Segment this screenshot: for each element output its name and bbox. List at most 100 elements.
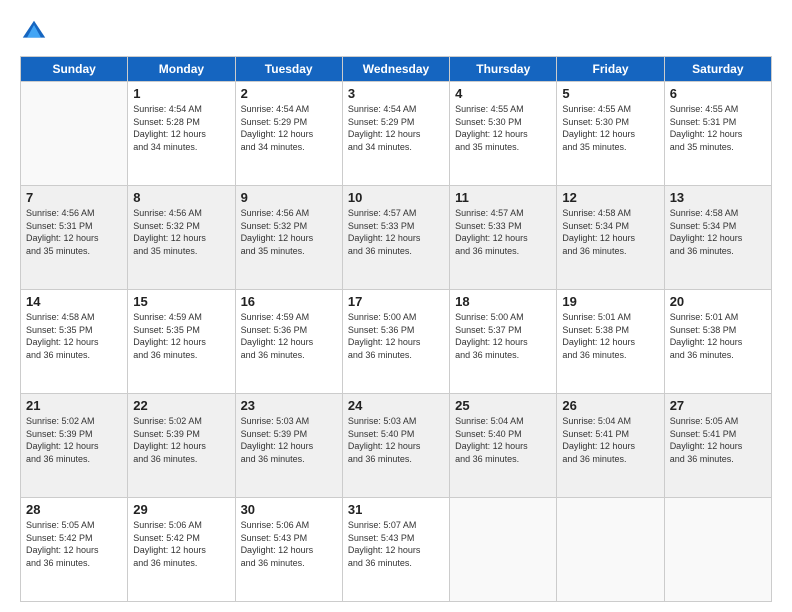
day-cell: 25 Sunrise: 5:04 AM Sunset: 5:40 PM Dayli… — [450, 394, 557, 498]
day-cell: 26 Sunrise: 5:04 AM Sunset: 5:41 PM Dayli… — [557, 394, 664, 498]
day-info: Sunrise: 4:55 AM Sunset: 5:30 PM Dayligh… — [455, 103, 551, 153]
week-row-2: 7Sunrise: 4:56 AM Sunset: 5:31 PM Daylig… — [21, 186, 772, 290]
day-info: Sunrise: 4:54 AM Sunset: 5:29 PM Dayligh… — [241, 103, 337, 153]
day-cell: 16 Sunrise: 4:59 AM Sunset: 5:36 PM Dayli… — [235, 290, 342, 394]
day-info: Sunrise: 4:55 AM Sunset: 5:30 PM Dayligh… — [562, 103, 658, 153]
day-info: Sunrise: 4:56 AM Sunset: 5:32 PM Dayligh… — [133, 207, 229, 257]
day-cell — [21, 82, 128, 186]
header — [20, 18, 772, 46]
day-number: 11 — [455, 190, 551, 205]
weekday-header-thursday: Thursday — [450, 57, 557, 82]
day-info: Sunrise: 5:00 AM Sunset: 5:37 PM Dayligh… — [455, 311, 551, 361]
day-number: 9 — [241, 190, 337, 205]
week-row-4: 21 Sunrise: 5:02 AM Sunset: 5:39 PM Dayli… — [21, 394, 772, 498]
day-info: Sunrise: 5:05 AM Sunset: 5:41 PM Dayligh… — [670, 415, 766, 465]
day-info: Sunrise: 5:02 AM Sunset: 5:39 PM Dayligh… — [26, 415, 122, 465]
day-number: 29 — [133, 502, 229, 517]
day-cell: 19Sunrise: 5:01 AM Sunset: 5:38 PM Dayli… — [557, 290, 664, 394]
day-cell — [557, 498, 664, 602]
day-info: Sunrise: 5:05 AM Sunset: 5:42 PM Dayligh… — [26, 519, 122, 569]
calendar: SundayMondayTuesdayWednesdayThursdayFrid… — [20, 56, 772, 602]
day-info: Sunrise: 5:01 AM Sunset: 5:38 PM Dayligh… — [670, 311, 766, 361]
logo-icon — [20, 18, 48, 46]
day-cell: 29Sunrise: 5:06 AM Sunset: 5:42 PM Dayli… — [128, 498, 235, 602]
day-cell: 27Sunrise: 5:05 AM Sunset: 5:41 PM Dayli… — [664, 394, 771, 498]
day-number: 18 — [455, 294, 551, 309]
day-info: Sunrise: 5:04 AM Sunset: 5:40 PM Dayligh… — [455, 415, 551, 465]
day-cell: 2 Sunrise: 4:54 AM Sunset: 5:29 PM Daylig… — [235, 82, 342, 186]
day-cell: 13Sunrise: 4:58 AM Sunset: 5:34 PM Dayli… — [664, 186, 771, 290]
day-cell: 22 Sunrise: 5:02 AM Sunset: 5:39 PM Dayli… — [128, 394, 235, 498]
day-number: 16 — [241, 294, 337, 309]
day-cell: 24 Sunrise: 5:03 AM Sunset: 5:40 PM Dayli… — [342, 394, 449, 498]
day-info: Sunrise: 5:03 AM Sunset: 5:39 PM Dayligh… — [241, 415, 337, 465]
day-number: 14 — [26, 294, 122, 309]
day-cell: 15Sunrise: 4:59 AM Sunset: 5:35 PM Dayli… — [128, 290, 235, 394]
day-number: 5 — [562, 86, 658, 101]
day-cell: 5 Sunrise: 4:55 AM Sunset: 5:30 PM Daylig… — [557, 82, 664, 186]
day-info: Sunrise: 4:55 AM Sunset: 5:31 PM Dayligh… — [670, 103, 766, 153]
day-number: 12 — [562, 190, 658, 205]
day-cell: 12 Sunrise: 4:58 AM Sunset: 5:34 PM Dayli… — [557, 186, 664, 290]
day-cell: 17 Sunrise: 5:00 AM Sunset: 5:36 PM Dayli… — [342, 290, 449, 394]
day-cell: 3 Sunrise: 4:54 AM Sunset: 5:29 PM Daylig… — [342, 82, 449, 186]
day-number: 4 — [455, 86, 551, 101]
day-info: Sunrise: 5:04 AM Sunset: 5:41 PM Dayligh… — [562, 415, 658, 465]
day-cell: 9 Sunrise: 4:56 AM Sunset: 5:32 PM Daylig… — [235, 186, 342, 290]
day-info: Sunrise: 4:57 AM Sunset: 5:33 PM Dayligh… — [348, 207, 444, 257]
day-info: Sunrise: 4:54 AM Sunset: 5:29 PM Dayligh… — [348, 103, 444, 153]
day-number: 31 — [348, 502, 444, 517]
day-info: Sunrise: 5:00 AM Sunset: 5:36 PM Dayligh… — [348, 311, 444, 361]
day-cell: 18 Sunrise: 5:00 AM Sunset: 5:37 PM Dayli… — [450, 290, 557, 394]
day-number: 25 — [455, 398, 551, 413]
page: SundayMondayTuesdayWednesdayThursdayFrid… — [0, 0, 792, 612]
day-cell: 21 Sunrise: 5:02 AM Sunset: 5:39 PM Dayli… — [21, 394, 128, 498]
day-number: 2 — [241, 86, 337, 101]
weekday-header-monday: Monday — [128, 57, 235, 82]
day-number: 21 — [26, 398, 122, 413]
day-info: Sunrise: 5:07 AM Sunset: 5:43 PM Dayligh… — [348, 519, 444, 569]
day-number: 28 — [26, 502, 122, 517]
day-cell: 30Sunrise: 5:06 AM Sunset: 5:43 PM Dayli… — [235, 498, 342, 602]
day-info: Sunrise: 4:54 AM Sunset: 5:28 PM Dayligh… — [133, 103, 229, 153]
day-cell: 6 Sunrise: 4:55 AM Sunset: 5:31 PM Daylig… — [664, 82, 771, 186]
day-cell — [450, 498, 557, 602]
day-number: 17 — [348, 294, 444, 309]
day-number: 20 — [670, 294, 766, 309]
day-cell: 14 Sunrise: 4:58 AM Sunset: 5:35 PM Dayli… — [21, 290, 128, 394]
week-row-1: 1 Sunrise: 4:54 AM Sunset: 5:28 PM Daylig… — [21, 82, 772, 186]
day-info: Sunrise: 4:59 AM Sunset: 5:35 PM Dayligh… — [133, 311, 229, 361]
day-info: Sunrise: 4:58 AM Sunset: 5:34 PM Dayligh… — [562, 207, 658, 257]
day-info: Sunrise: 5:03 AM Sunset: 5:40 PM Dayligh… — [348, 415, 444, 465]
day-info: Sunrise: 4:57 AM Sunset: 5:33 PM Dayligh… — [455, 207, 551, 257]
day-number: 19 — [562, 294, 658, 309]
day-number: 26 — [562, 398, 658, 413]
day-cell: 11 Sunrise: 4:57 AM Sunset: 5:33 PM Dayli… — [450, 186, 557, 290]
day-number: 30 — [241, 502, 337, 517]
day-info: Sunrise: 5:02 AM Sunset: 5:39 PM Dayligh… — [133, 415, 229, 465]
day-number: 10 — [348, 190, 444, 205]
day-number: 6 — [670, 86, 766, 101]
day-cell: 1 Sunrise: 4:54 AM Sunset: 5:28 PM Daylig… — [128, 82, 235, 186]
day-cell — [664, 498, 771, 602]
day-number: 23 — [241, 398, 337, 413]
weekday-header-friday: Friday — [557, 57, 664, 82]
day-number: 22 — [133, 398, 229, 413]
weekday-header-wednesday: Wednesday — [342, 57, 449, 82]
logo — [20, 18, 52, 46]
weekday-header-sunday: Sunday — [21, 57, 128, 82]
week-row-3: 14 Sunrise: 4:58 AM Sunset: 5:35 PM Dayli… — [21, 290, 772, 394]
day-info: Sunrise: 4:59 AM Sunset: 5:36 PM Dayligh… — [241, 311, 337, 361]
day-cell: 8Sunrise: 4:56 AM Sunset: 5:32 PM Daylig… — [128, 186, 235, 290]
day-info: Sunrise: 4:58 AM Sunset: 5:35 PM Dayligh… — [26, 311, 122, 361]
day-number: 3 — [348, 86, 444, 101]
weekday-header-tuesday: Tuesday — [235, 57, 342, 82]
day-info: Sunrise: 4:56 AM Sunset: 5:32 PM Dayligh… — [241, 207, 337, 257]
day-number: 1 — [133, 86, 229, 101]
day-cell: 4 Sunrise: 4:55 AM Sunset: 5:30 PM Daylig… — [450, 82, 557, 186]
day-number: 7 — [26, 190, 122, 205]
day-number: 24 — [348, 398, 444, 413]
day-number: 13 — [670, 190, 766, 205]
day-cell: 10 Sunrise: 4:57 AM Sunset: 5:33 PM Dayli… — [342, 186, 449, 290]
day-cell: 7Sunrise: 4:56 AM Sunset: 5:31 PM Daylig… — [21, 186, 128, 290]
